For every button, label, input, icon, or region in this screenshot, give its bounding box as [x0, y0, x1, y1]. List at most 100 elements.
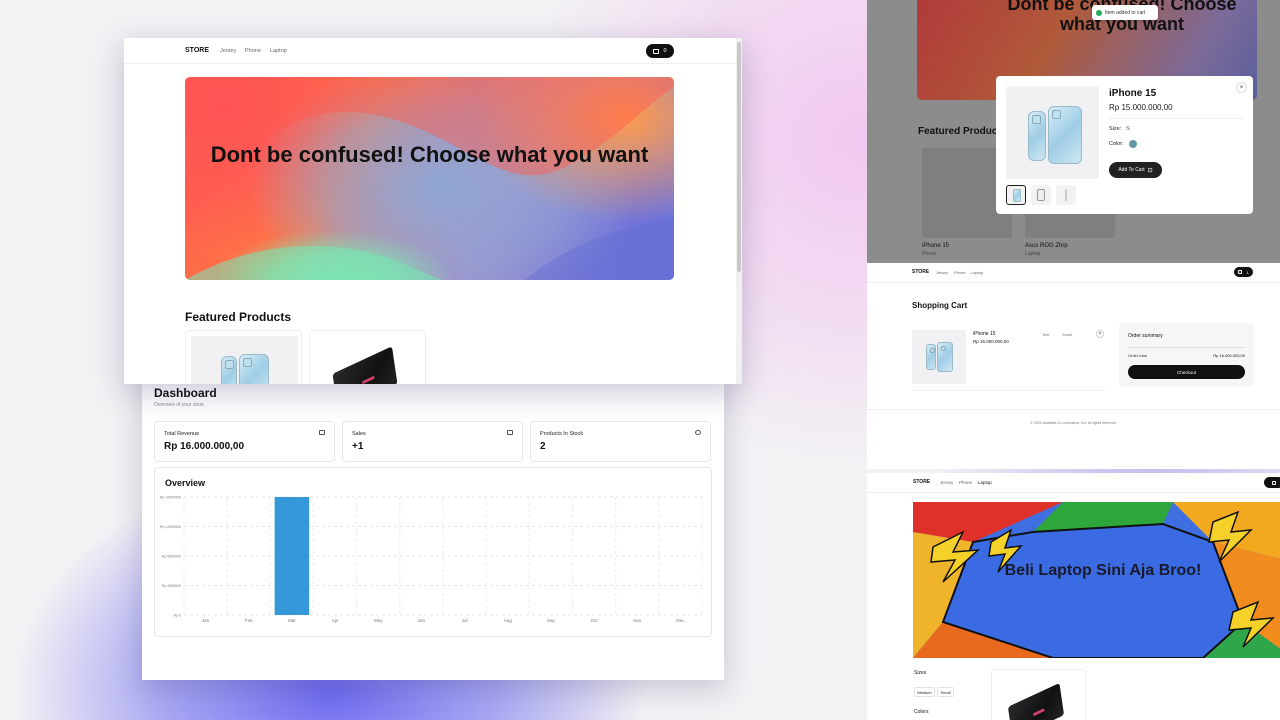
- image-thumbnail[interactable]: [1031, 185, 1051, 205]
- hero-heading: Dont be confused! Choose what you want: [210, 142, 649, 167]
- iphone-image: [1028, 111, 1046, 161]
- x-tick-label: May: [374, 618, 383, 623]
- size-chip-medium[interactable]: Medium: [914, 687, 935, 697]
- y-tick-label: Rp 12000000: [160, 525, 181, 529]
- cart-button[interactable]: 1: [1234, 267, 1253, 277]
- navbar: STORE Jersey Phone Laptop 1: [867, 263, 1280, 283]
- brand-logo[interactable]: STORE: [185, 47, 209, 54]
- nav-link-jersey[interactable]: Jersey: [220, 48, 236, 54]
- bar-mar[interactable]: [274, 497, 310, 615]
- brand-logo[interactable]: STORE: [913, 479, 930, 485]
- iphone-image-back: [1048, 106, 1082, 164]
- stat-value: +1: [352, 441, 364, 452]
- y-tick-label: Rp 0: [174, 614, 181, 618]
- cart-button[interactable]: 0: [646, 44, 674, 58]
- navbar: STORE Jersey Phone Laptop: [867, 473, 1280, 493]
- stat-value: Rp 16.000.000,00: [164, 441, 245, 452]
- x-tick-label: Nov: [633, 618, 642, 623]
- size-label: Size:: [1109, 126, 1122, 132]
- hero-banner: Dont be confused! Choose what you want: [185, 77, 674, 280]
- stat-card-products-in-stock: Products In Stock 2: [530, 421, 711, 462]
- x-tick-label: Mar: [288, 618, 296, 623]
- laptop-image: [332, 346, 398, 384]
- nav-link-phone[interactable]: Phone: [959, 480, 972, 485]
- nav-link-phone[interactable]: Phone: [245, 48, 261, 54]
- cart-count: 0: [663, 48, 667, 54]
- package-icon: [695, 430, 701, 435]
- y-tick-label: Rp 4000000: [162, 584, 181, 588]
- nav-link-laptop[interactable]: Laptop: [978, 480, 992, 485]
- toast-text: Item added to cart: [1105, 9, 1146, 16]
- product-preview-modal: iPhone 15 Rp 15.000.000,00 Size: S Color…: [996, 76, 1253, 214]
- colors-label: Colors: [914, 709, 929, 715]
- size-value: S: [1126, 126, 1130, 132]
- x-tick-label: Jul: [462, 618, 468, 623]
- size-chip-small[interactable]: Small: [937, 687, 954, 697]
- stat-label: Total Revenue: [164, 431, 200, 437]
- dashboard-title: Dashboard: [154, 386, 217, 400]
- check-circle-icon: [1096, 9, 1102, 16]
- background-featured-heading: Featured Products: [918, 126, 1007, 137]
- order-summary-title: Order summary: [1128, 333, 1163, 339]
- nav-link-laptop[interactable]: Laptop: [971, 270, 983, 275]
- brand-logo[interactable]: STORE: [912, 269, 929, 275]
- featured-products-heading: Featured Products: [185, 310, 292, 324]
- order-total-value: Rp 16.000.000,00: [1213, 353, 1245, 358]
- cart-item-image: [912, 330, 966, 384]
- overview-card: Overview Rp 0 Rp 4000000 Rp 8000000 Rp 1200…: [154, 467, 712, 637]
- cart-button[interactable]: [1264, 477, 1280, 488]
- image-thumbnail[interactable]: [1006, 185, 1026, 205]
- credit-card-icon: [507, 430, 513, 435]
- product-modal-window: Dont be confused! Choose what you want F…: [867, 0, 1280, 263]
- hero-wave-shapes: [185, 77, 674, 280]
- modal-product-image: [1006, 86, 1099, 179]
- dashboard-window: Dashboard Overview of your store Total R…: [142, 374, 724, 680]
- checkout-button[interactable]: Checkout: [1128, 365, 1245, 379]
- nav-link-laptop[interactable]: Laptop: [270, 48, 287, 54]
- shopping-cart-title: Shopping Cart: [912, 301, 968, 310]
- remove-item-icon[interactable]: ×: [1096, 330, 1104, 338]
- shopping-bag-icon: [1272, 480, 1276, 485]
- footer-divider: [867, 409, 1280, 410]
- close-icon[interactable]: ×: [1236, 82, 1247, 93]
- nav-link-jersey[interactable]: Jersey: [936, 270, 948, 275]
- add-to-cart-label: Add To Cart: [1118, 167, 1145, 173]
- background-product-category: Laptop: [1025, 251, 1041, 257]
- nav-link-phone[interactable]: Phone: [954, 270, 966, 275]
- sizes-label: Sizes: [914, 670, 927, 676]
- divider: [912, 390, 1106, 391]
- modal-product-name: iPhone 15: [1109, 88, 1157, 99]
- modal-product-price: Rp 15.000.000,00: [1109, 103, 1173, 112]
- shopping-bag-icon: [1238, 270, 1243, 274]
- cart-item-price: Rp 16.000.000,00: [973, 339, 1009, 344]
- background-product-name: iPhone 15: [922, 243, 950, 249]
- color-swatch: [1129, 140, 1137, 148]
- scrollbar-thumb[interactable]: [737, 42, 741, 272]
- comic-hero-banner: Beli Laptop Sini Aja Broo!: [913, 502, 1280, 658]
- nav-link-jersey[interactable]: Jersey: [940, 480, 953, 485]
- add-to-cart-button[interactable]: Add To Cart ⊡: [1109, 162, 1162, 178]
- product-card-laptop[interactable]: [309, 330, 426, 384]
- cart-item-size: Small: [1062, 332, 1073, 337]
- divider: [1109, 118, 1243, 119]
- image-thumbnail[interactable]: [1056, 185, 1076, 205]
- x-tick-label: Apr: [332, 618, 340, 623]
- x-tick-label: Dec: [676, 618, 685, 623]
- x-tick-label: Aug: [504, 618, 513, 623]
- product-card-laptop[interactable]: [991, 669, 1086, 720]
- wallet-icon: [319, 430, 325, 435]
- x-tick-label: Jan: [202, 618, 210, 623]
- navbar: STORE Jersey Phone Laptop 0: [124, 38, 742, 64]
- product-card-iphone[interactable]: [185, 330, 302, 384]
- stat-card-total-revenue: Total Revenue Rp 16.000.000,00: [154, 421, 335, 462]
- store-home-window: STORE Jersey Phone Laptop 0 Dont be conf…: [124, 38, 742, 384]
- divider: [1128, 347, 1245, 348]
- y-tick-label: Rp 8000000: [162, 555, 181, 559]
- scrollbar[interactable]: [736, 38, 742, 384]
- iphone-image: [221, 356, 237, 384]
- footer-text: © 2024 soultable.Co commerce, Inc. All r…: [1030, 421, 1117, 425]
- background-product-name: Asus ROG Zhrp: [1025, 243, 1068, 249]
- comic-background: [913, 502, 1280, 658]
- stat-card-sales: Sales +1: [342, 421, 523, 462]
- product-image-iphone: [191, 336, 298, 384]
